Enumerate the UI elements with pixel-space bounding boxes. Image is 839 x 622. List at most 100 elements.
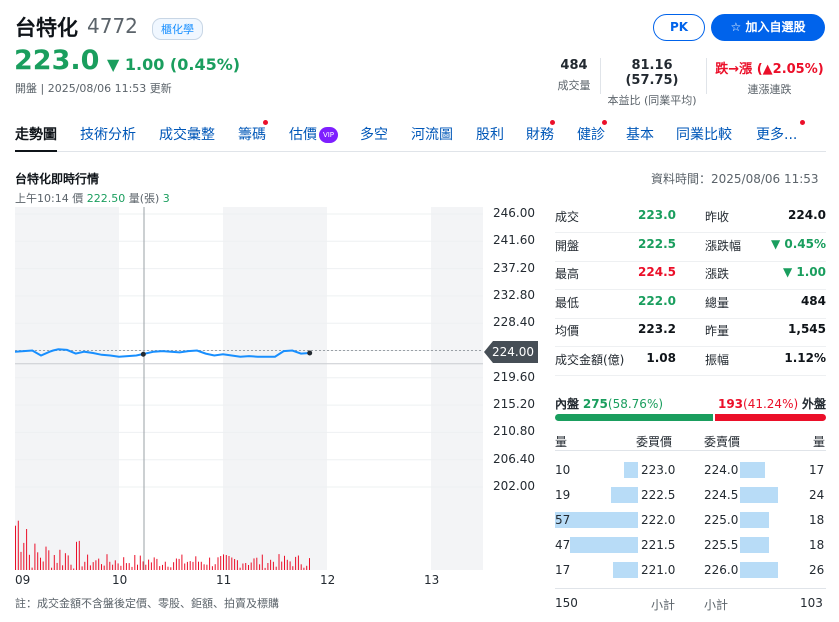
volume-bar [81,566,83,570]
volume-bar [53,555,55,570]
tab-river[interactable]: 河流圖 [411,124,453,144]
tab-more[interactable]: 更多... [756,124,797,144]
ask-price[interactable]: 225.0 [704,513,738,527]
volume-bar [184,563,186,570]
volume-bar [231,557,233,570]
volume-bar [95,560,97,570]
tab-basic[interactable]: 基本 [626,124,654,144]
vip-badge: VIP [319,127,338,143]
ask-price[interactable]: 225.5 [704,538,738,552]
ask-qty: 24 [809,488,825,502]
bid-price[interactable]: 222.5 [641,488,675,502]
ask-qty: 17 [809,463,825,477]
tab-valuation[interactable]: 估價 VIP [289,124,338,144]
volume-bar [23,542,25,570]
ask-price[interactable]: 226.0 [704,563,738,577]
volume-bar [92,562,94,570]
volume-bar [292,566,294,570]
y-tick-label: 206.40 [493,451,535,466]
quote-label: 漲跌幅 [705,238,742,253]
volume-bar [120,565,122,570]
quote-value: ▼ 1.00 [782,265,826,279]
streak-label: 連漲連跌 [747,83,792,96]
bid-qty: 19 [555,488,571,502]
volume-bar [198,561,199,570]
ask-depth-bar [740,487,778,503]
tab-chips[interactable]: 籌碼 [238,124,266,144]
quote-value: 222.0 [638,293,676,308]
ask-qty: 18 [809,513,825,527]
volume-bar [192,561,194,570]
volume-bar [89,565,91,570]
quote-value: 223.2 [638,322,676,336]
notification-dot [800,120,805,125]
tab-technical[interactable]: 技術分析 [80,124,136,144]
volume-bar [189,561,191,570]
volume-bar [270,559,272,570]
volume-bar [228,556,230,570]
stock-code: 4772 [87,14,138,38]
volume-bar [137,564,138,570]
quote-label: 成交金額(億) [555,352,625,367]
volume-bar [45,546,47,570]
bid-price[interactable]: 223.0 [641,463,675,477]
price-chart[interactable] [15,207,483,570]
volume-bar [101,564,102,570]
time-band [431,207,483,570]
tab-trend[interactable]: 走勢圖 [15,124,57,152]
volume-bar [295,556,297,570]
stock-price: 223.0 [14,45,100,76]
ticker-vol: 3 [162,192,170,205]
ticker-price-label: 價 [72,192,84,205]
volume-bar [306,565,308,570]
volume-bar [289,561,291,570]
pk-button[interactable]: PK [653,14,705,41]
out-label: 外盤 [801,397,826,411]
volume-bar [128,563,130,570]
tab-dividend[interactable]: 股利 [476,124,504,144]
bid-price[interactable]: 221.5 [641,538,675,552]
bid-qty-header: 量 [555,435,568,449]
tab-bull-bear[interactable]: 多空 [360,124,388,144]
volume-bar [109,561,111,570]
volume-bar [42,561,44,570]
volume-bar [159,566,161,570]
volume-bar [170,567,172,570]
volume-bar [245,563,247,570]
volume-bar [134,555,136,570]
volume-bar [87,554,89,570]
volume-bar [56,562,58,570]
bid-price[interactable]: 222.0 [641,513,675,527]
volume-bar [261,554,263,570]
out-value: 193 [717,397,744,411]
tab-finance[interactable]: 財務 [526,124,554,144]
out-bar [715,414,826,421]
add-watchlist-button[interactable]: ☆ 加入自選股 [711,14,825,41]
bid-qty: 47 [555,538,571,552]
ask-price[interactable]: 224.5 [704,488,738,502]
board-badge[interactable]: 櫃化學 [152,18,203,40]
ask-price[interactable]: 224.0 [704,463,738,477]
tab-trades[interactable]: 成交彙整 [159,124,215,144]
tab-peer[interactable]: 同業比較 [676,124,732,144]
tab-health[interactable]: 健診 [577,124,605,144]
out-pct: (41.24%) [743,397,799,411]
volume-stat: 484 成交量 [555,58,593,93]
y-tick-label: 219.60 [493,369,535,384]
realtime-title: 台特化即時行情 [15,172,100,186]
volume-bar [272,561,274,570]
volume-bar [236,560,238,570]
quote-row: 最低 222.0 總量 484 [555,291,826,319]
volume-bar [242,563,244,570]
ticker-price: 222.50 [86,192,126,205]
bid-price[interactable]: 221.0 [641,563,675,577]
ticker-vol-label: 量(張) [128,192,160,205]
crosshair-point [140,351,146,357]
volume-bar [76,541,77,570]
volume-bar [281,561,283,570]
volume-bar [125,563,127,570]
volume-bar [153,557,155,570]
volume-bar [117,563,119,570]
divider [555,450,826,451]
x-tick-label: 10 [112,573,128,587]
